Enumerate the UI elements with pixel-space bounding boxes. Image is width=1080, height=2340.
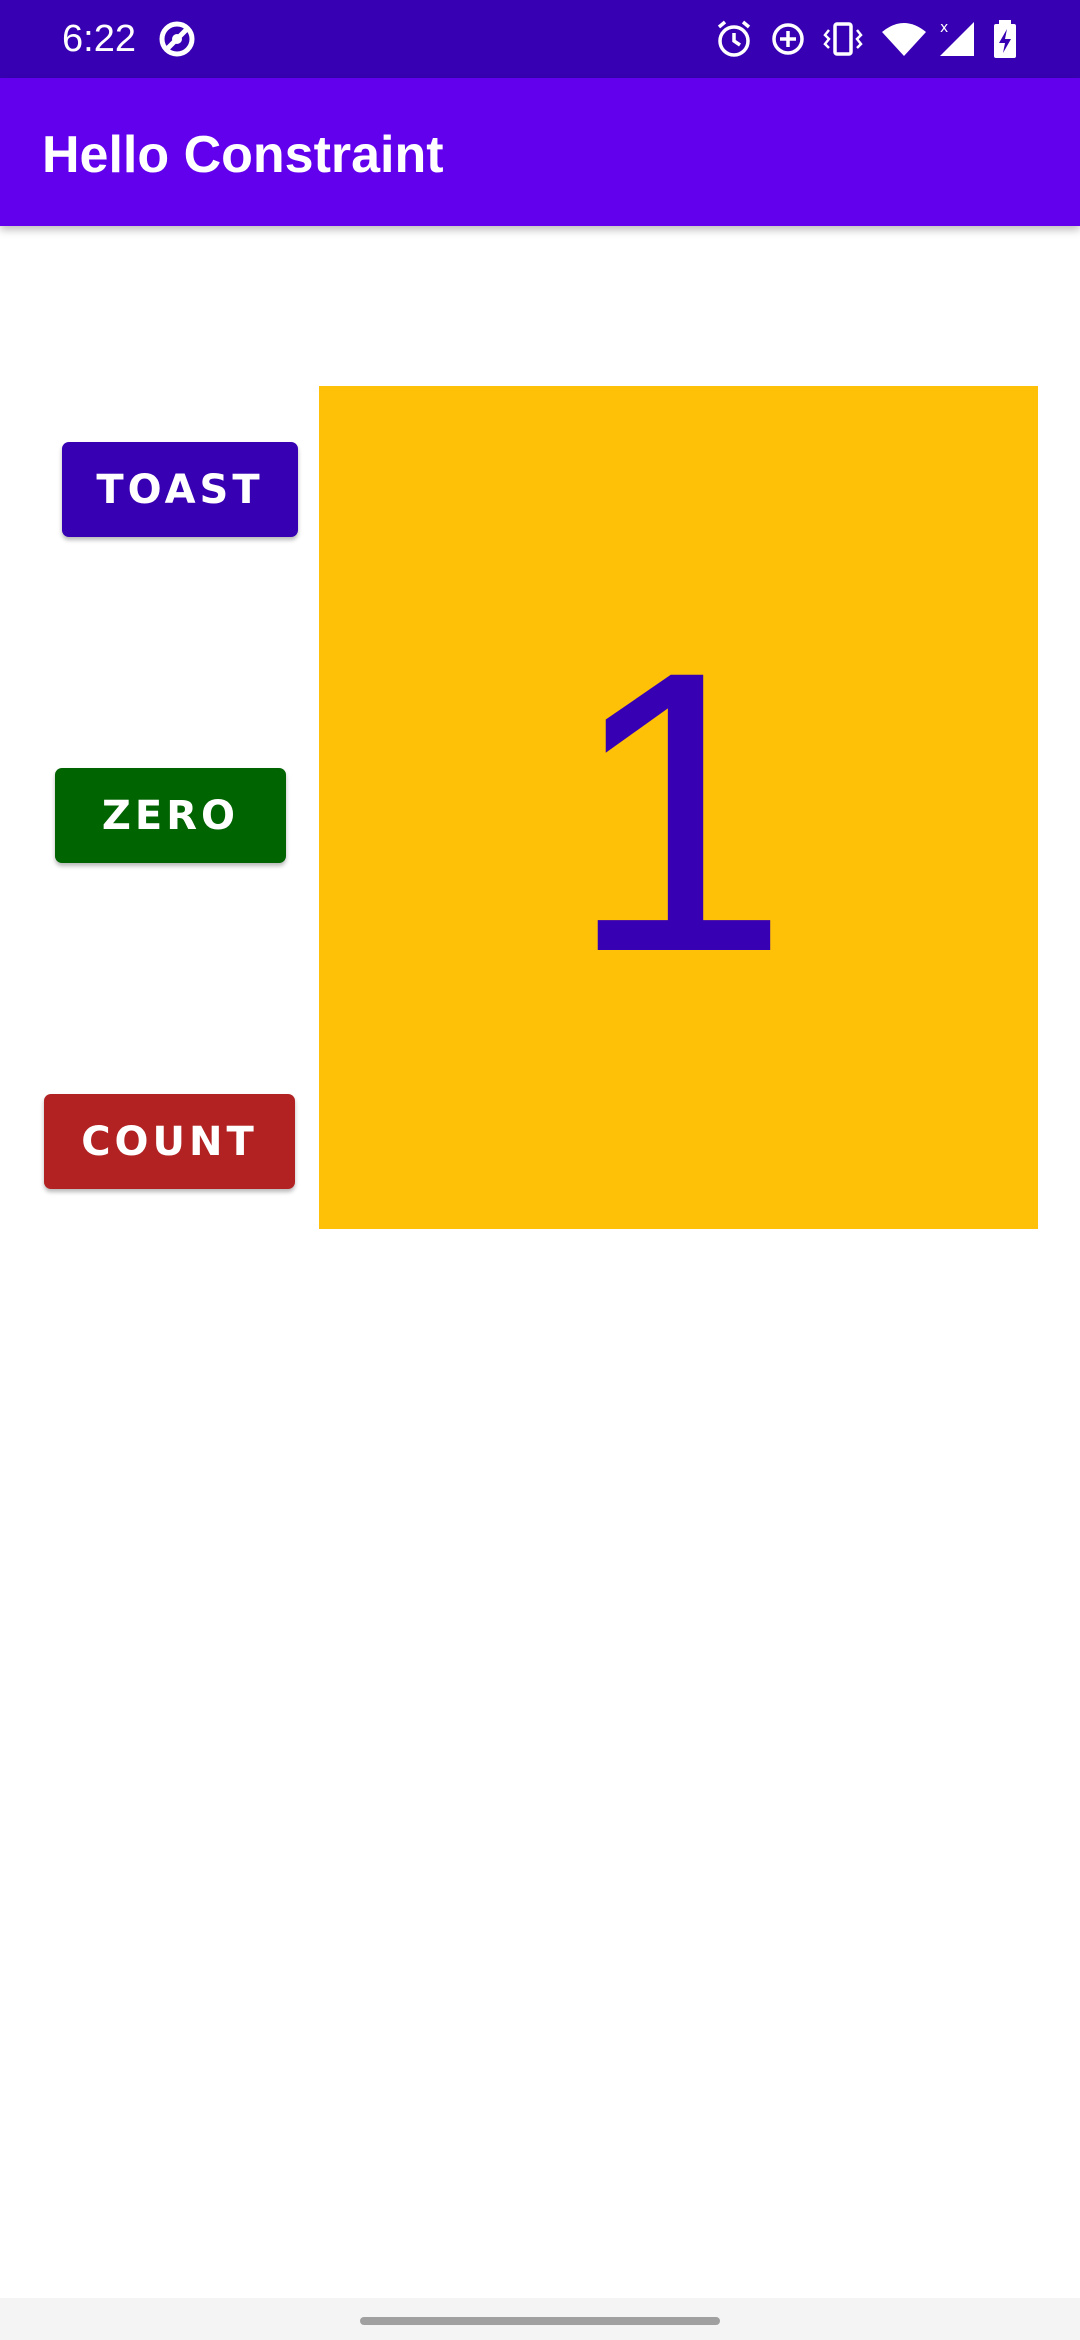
- alarm-icon: [717, 20, 751, 57]
- count-button[interactable]: COUNT: [44, 1094, 295, 1189]
- signal-icon: x: [940, 20, 974, 56]
- app-title: Hello Constraint: [42, 126, 444, 184]
- navigation-bar: [0, 2298, 1080, 2340]
- status-bar: 6:22 x: [0, 0, 1080, 78]
- vibrate-icon: [823, 22, 863, 56]
- battery-icon: [994, 20, 1016, 58]
- zero-button[interactable]: ZERO: [55, 768, 286, 863]
- sync-icon: [159, 21, 195, 57]
- home-gesture-handle[interactable]: [360, 2317, 720, 2325]
- svg-text:x: x: [940, 20, 948, 36]
- wifi-icon: [882, 23, 926, 56]
- toast-button[interactable]: TOAST: [62, 442, 298, 537]
- app-bar: Hello Constraint: [0, 78, 1080, 226]
- count-panel: 1: [319, 386, 1038, 1229]
- count-value: 1: [567, 587, 790, 1035]
- status-time: 6:22: [62, 18, 136, 60]
- data-saver-icon: [772, 23, 804, 55]
